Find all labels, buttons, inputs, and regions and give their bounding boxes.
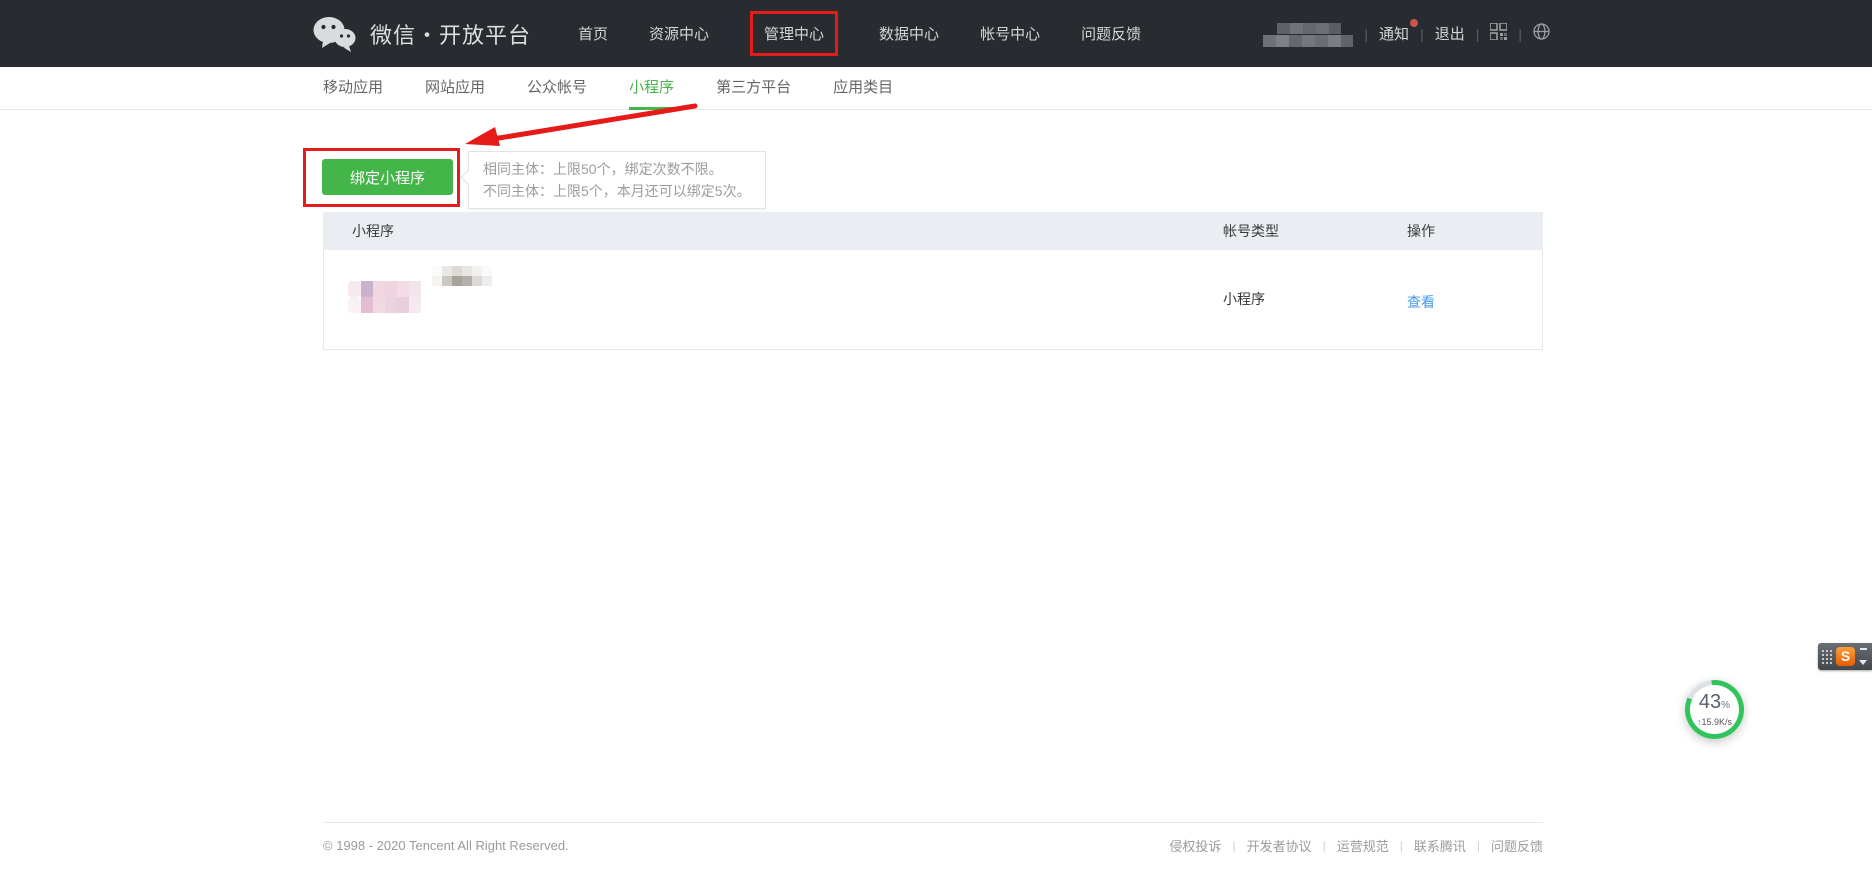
- globe-icon[interactable]: [1533, 23, 1550, 44]
- caret-down-icon[interactable]: [1859, 660, 1867, 665]
- subnav-item-website-app[interactable]: 网站应用: [425, 67, 485, 110]
- table-row: 小程序 查看: [323, 250, 1543, 350]
- subnav-item-official-account[interactable]: 公众帐号: [527, 67, 587, 110]
- mini-program-table: 小程序 帐号类型 操作 小程序 查看: [323, 212, 1543, 350]
- column-header-mini-program: 小程序: [352, 223, 394, 239]
- top-header: 微信・开放平台 首页 资源中心 管理中心 数据中心 帐号中心 问题反馈 | 通知…: [0, 0, 1872, 67]
- top-nav: 首页 资源中心 管理中心 数据中心 帐号中心 问题反馈: [578, 0, 1141, 67]
- column-header-action: 操作: [1407, 223, 1435, 239]
- header-right: | 通知 | 退出 | |: [1263, 0, 1550, 67]
- speed-percent: 43%: [1698, 691, 1731, 713]
- footer-separator: |: [1232, 838, 1236, 853]
- table-header: 小程序 帐号类型 操作: [323, 212, 1543, 250]
- wechat-open-platform-page: 微信・开放平台 首页 资源中心 管理中心 数据中心 帐号中心 问题反馈 | 通知…: [0, 0, 1872, 869]
- nav-item-home[interactable]: 首页: [578, 23, 608, 44]
- subnav-item-mobile-app[interactable]: 移动应用: [323, 67, 383, 110]
- footer-link-developer-agreement[interactable]: 开发者协议: [1247, 836, 1312, 855]
- nav-item-management-center[interactable]: 管理中心: [750, 11, 839, 56]
- drag-dots-icon[interactable]: [1821, 649, 1834, 664]
- footer-links: 侵权投诉 | 开发者协议 | 运营规范 | 联系腾讯 | 问题反馈: [1169, 836, 1543, 855]
- nav-item-feedback[interactable]: 问题反馈: [1081, 23, 1141, 44]
- mini-program-avatar-redacted: [348, 281, 421, 313]
- footer-separator: |: [1476, 838, 1480, 853]
- footer-link-operation-rules[interactable]: 运营规范: [1337, 836, 1389, 855]
- logo-text: 微信・开放平台: [370, 22, 532, 48]
- tooltip-line-2: 不同主体：上限5个，本月还可以绑定5次。: [483, 183, 751, 199]
- view-link[interactable]: 查看: [1407, 292, 1435, 312]
- subnav-item-mini-program[interactable]: 小程序: [629, 67, 675, 110]
- footer: © 1998 - 2020 Tencent All Right Reserved…: [323, 822, 1543, 855]
- ime-controls: [1859, 648, 1867, 665]
- subnav-item-app-category[interactable]: 应用类目: [833, 67, 893, 110]
- speed-rate: ↑15.9K/s: [1696, 717, 1733, 727]
- footer-separator: |: [1322, 838, 1326, 853]
- qr-code-icon[interactable]: [1489, 22, 1509, 44]
- sogou-s-icon[interactable]: S: [1836, 647, 1855, 666]
- logo[interactable]: 微信・开放平台: [311, 0, 531, 67]
- bind-limit-tooltip: 相同主体：上限50个，绑定次数不限。 不同主体：上限5个，本月还可以绑定5次。: [468, 151, 766, 209]
- logout-link[interactable]: 退出: [1435, 23, 1465, 44]
- footer-link-infringement[interactable]: 侵权投诉: [1169, 836, 1221, 855]
- account-type-value: 小程序: [1223, 291, 1265, 307]
- tooltip-line-1: 相同主体：上限50个，绑定次数不限。: [483, 161, 723, 177]
- header-separator: |: [1518, 25, 1522, 42]
- footer-link-feedback[interactable]: 问题反馈: [1491, 836, 1543, 855]
- subnav-item-third-party-platform[interactable]: 第三方平台: [716, 67, 791, 110]
- minimize-icon[interactable]: [1859, 648, 1867, 650]
- nav-item-account-center[interactable]: 帐号中心: [980, 23, 1040, 44]
- net-speed-widget[interactable]: 43% ↑15.9K/s: [1685, 680, 1744, 739]
- wechat-logo-icon: [313, 16, 356, 52]
- notice-link[interactable]: 通知: [1379, 19, 1419, 44]
- notice-dot: [1410, 19, 1419, 27]
- nav-item-resource-center[interactable]: 资源中心: [649, 23, 709, 44]
- ime-toolbar[interactable]: S: [1818, 643, 1872, 670]
- header-separator: |: [1364, 25, 1369, 42]
- mini-program-name-redacted: [432, 266, 492, 286]
- net-speed-inner: 43% ↑15.9K/s: [1690, 685, 1739, 734]
- header-separator: |: [1475, 25, 1480, 42]
- footer-link-contact-tencent[interactable]: 联系腾讯: [1414, 836, 1466, 855]
- subnav: 移动应用 网站应用 公众帐号 小程序 第三方平台 应用类目: [0, 67, 1872, 110]
- header-separator: |: [1420, 25, 1424, 42]
- footer-separator: |: [1399, 838, 1403, 853]
- column-header-account-type: 帐号类型: [1223, 223, 1279, 239]
- bind-mini-program-button[interactable]: 绑定小程序: [322, 159, 453, 195]
- nav-item-data-center[interactable]: 数据中心: [879, 23, 939, 44]
- account-name-redacted: [1263, 23, 1354, 47]
- copyright-text: © 1998 - 2020 Tencent All Right Reserved…: [323, 838, 569, 853]
